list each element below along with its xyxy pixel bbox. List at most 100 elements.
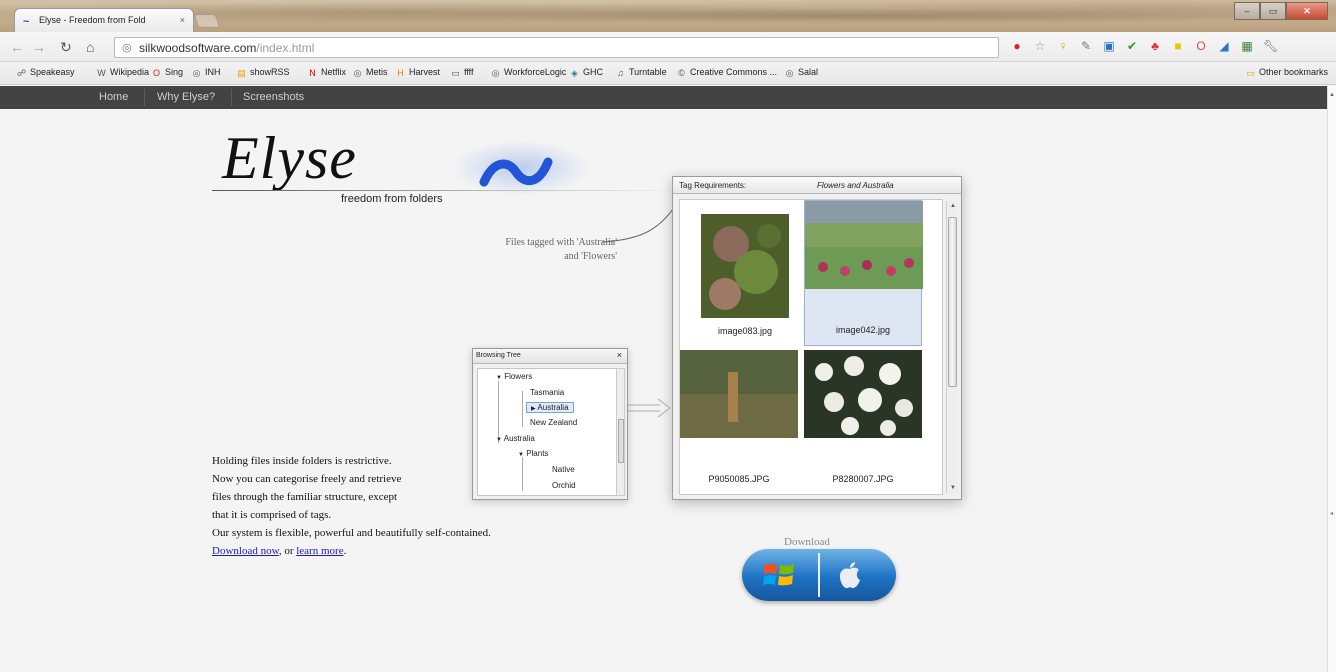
scroll-marker-icon: ◂ xyxy=(1330,511,1334,517)
browsing-tree-titlebar: Browsing Tree × xyxy=(473,349,627,364)
pin-icon[interactable]: ◢ xyxy=(1217,39,1231,53)
file-item-selected[interactable]: image042.jpg xyxy=(804,200,923,346)
intro-line: Now you can categorise freely and retrie… xyxy=(212,473,402,485)
opera-ext-icon[interactable]: O xyxy=(1194,39,1208,53)
folder-icon: ▭ xyxy=(1246,68,1255,78)
bookmark-1[interactable]: W Wikipedia xyxy=(96,67,149,79)
new-tab-button[interactable] xyxy=(193,14,221,28)
home-icon[interactable]: ⌂ xyxy=(86,39,94,55)
bookmark-label: Metis xyxy=(366,67,388,77)
globe-icon: ◎ xyxy=(785,68,794,78)
bookmark-label: ffff xyxy=(464,67,474,77)
scroll-up-icon[interactable]: ▲ xyxy=(1329,92,1335,98)
apple-logo-icon[interactable] xyxy=(836,559,864,591)
note-icon[interactable]: ■ xyxy=(1171,39,1185,53)
file-item[interactable]: image083.jpg xyxy=(686,202,804,348)
tree-node-native[interactable]: Native xyxy=(552,465,575,474)
opera-icon: O xyxy=(152,68,160,78)
other-bookmarks[interactable]: ▭ Other bookmarks xyxy=(1245,67,1328,79)
tree-node-new-zealand[interactable]: New Zealand xyxy=(530,418,577,427)
scroll-up-icon[interactable]: ▲ xyxy=(950,203,956,209)
browsing-tree-title: Browsing Tree xyxy=(476,352,521,359)
maximize-button[interactable]: ▭ xyxy=(1260,2,1286,20)
tree-node-orchid[interactable]: Orchid xyxy=(552,481,576,490)
screen-icon[interactable]: ▣ xyxy=(1102,39,1116,53)
tree-line xyxy=(522,457,523,491)
tilde-logo-icon xyxy=(479,157,553,187)
nav-screenshots-link[interactable]: Screenshots xyxy=(243,91,304,103)
stop-icon[interactable]: ● xyxy=(1010,39,1024,53)
address-bar[interactable]: ◎ silkwoodsoftware.com/index.html xyxy=(114,37,999,58)
scroll-down-icon[interactable]: ▼ xyxy=(950,485,956,491)
bookmark-label: Sing xyxy=(165,67,184,77)
browser-toolbar: ← → ↻ ⌂ ◎ silkwoodsoftware.com/index.htm… xyxy=(0,32,1336,62)
site-nav: Home Why Elyse? Screenshots xyxy=(0,86,1327,109)
pen-icon[interactable]: ✎ xyxy=(1079,39,1093,53)
bookmark-5[interactable]: N Netflix xyxy=(307,67,346,79)
file-thumbnail xyxy=(701,214,789,318)
scroll-thumb[interactable] xyxy=(948,217,957,387)
bookmark-label: GHC xyxy=(583,67,603,77)
tree-node-australia[interactable]: ▼ Australia xyxy=(496,434,535,443)
grid-icon[interactable]: ▦ xyxy=(1240,39,1254,53)
close-window-button[interactable]: ✕ xyxy=(1286,2,1328,20)
wrench-icon[interactable]: 🔧︎ xyxy=(1263,39,1278,53)
expand-arrow-icon[interactable]: ▼ xyxy=(518,452,524,458)
bookmark-4[interactable]: ▤ showRSS xyxy=(236,67,289,79)
address-path: /index.html xyxy=(256,41,315,55)
learn-more-link[interactable]: learn more xyxy=(296,545,343,557)
intro-line: Holding files inside folders is restrict… xyxy=(212,455,392,467)
bookmark-label: Speakeasy xyxy=(30,67,75,77)
tab-close-icon[interactable]: × xyxy=(180,15,185,25)
bookmark-10[interactable]: ◈ GHC xyxy=(569,67,603,79)
file-item[interactable]: P9050085.JPG xyxy=(680,350,798,496)
tree-node-flowers[interactable]: ▼ Flowers xyxy=(496,372,532,381)
forward-arrow-icon[interactable]: → xyxy=(32,39,46,55)
tree-scrollbar[interactable] xyxy=(616,368,625,496)
reload-icon[interactable]: ↻ xyxy=(60,39,72,56)
tree-node-tasmania[interactable]: Tasmania xyxy=(530,388,564,397)
tag-results-window: Tag Requirements: Flowers and Australia … xyxy=(672,176,962,500)
bookmark-6[interactable]: ◎ Metis xyxy=(352,67,388,79)
download-now-link[interactable]: Download now xyxy=(212,545,279,557)
annotation-text: Files tagged with 'Australia' and 'Flowe… xyxy=(455,236,617,264)
thumb-icon[interactable]: ♣ xyxy=(1148,39,1162,53)
nav-home-link[interactable]: Home xyxy=(99,91,128,103)
wikipedia-icon: W xyxy=(97,68,106,78)
bookmark-11[interactable]: ♫ Turntable xyxy=(615,67,667,79)
scroll-thumb[interactable] xyxy=(618,419,624,463)
close-icon[interactable]: × xyxy=(617,350,622,360)
nav-why-elyse-link[interactable]: Why Elyse? xyxy=(157,91,215,103)
file-thumbnail xyxy=(805,201,923,289)
intro-links: Download now, or learn more. xyxy=(212,545,347,557)
tree-line xyxy=(522,391,523,427)
bookmark-3[interactable]: ◎ INH xyxy=(191,67,221,79)
expand-arrow-icon[interactable]: ▼ xyxy=(496,375,502,381)
windows-logo-icon[interactable] xyxy=(762,561,796,589)
expand-arrow-icon[interactable]: ▼ xyxy=(496,437,502,443)
back-arrow-icon[interactable]: ← xyxy=(10,39,24,55)
bookmark-13[interactable]: ◎ Salal xyxy=(784,67,818,79)
download-divider xyxy=(818,553,820,597)
bookmark-label: WorkforceLogic xyxy=(504,67,567,77)
bookmark-label: Netflix xyxy=(321,67,347,77)
bookmark-0[interactable]: ☍ Speakeasy xyxy=(16,67,75,79)
key-icon[interactable]: ♀ xyxy=(1056,39,1070,53)
file-thumbnail xyxy=(680,350,798,438)
bookmark-7[interactable]: H Harvest xyxy=(395,67,440,79)
tree-arrow xyxy=(628,398,671,418)
tree-node-plants[interactable]: ▼ Plants xyxy=(518,449,548,458)
tree-node-australia-selected[interactable]: ▶ Australia xyxy=(526,402,574,413)
browser-tab[interactable]: ~ Elyse - Freedom from Fold × xyxy=(14,8,194,32)
check-icon[interactable]: ✔ xyxy=(1125,39,1139,53)
bookmark-2[interactable]: O Sing xyxy=(151,67,183,79)
star-icon[interactable]: ☆ xyxy=(1033,39,1047,53)
minimize-button[interactable]: – xyxy=(1234,2,1260,20)
file-grid-scrollbar[interactable]: ▲ ▼ xyxy=(946,201,958,493)
bookmark-9[interactable]: ◎ WorkforceLogic xyxy=(490,67,567,79)
bookmark-8[interactable]: ▭ ffff xyxy=(450,67,474,79)
file-name: P8280007.JPG xyxy=(832,474,894,484)
page-scrollbar[interactable]: ▲ ◂ xyxy=(1327,86,1336,672)
bookmark-12[interactable]: © Creative Commons ... xyxy=(676,67,777,79)
file-item[interactable]: P8280007.JPG xyxy=(804,350,922,496)
